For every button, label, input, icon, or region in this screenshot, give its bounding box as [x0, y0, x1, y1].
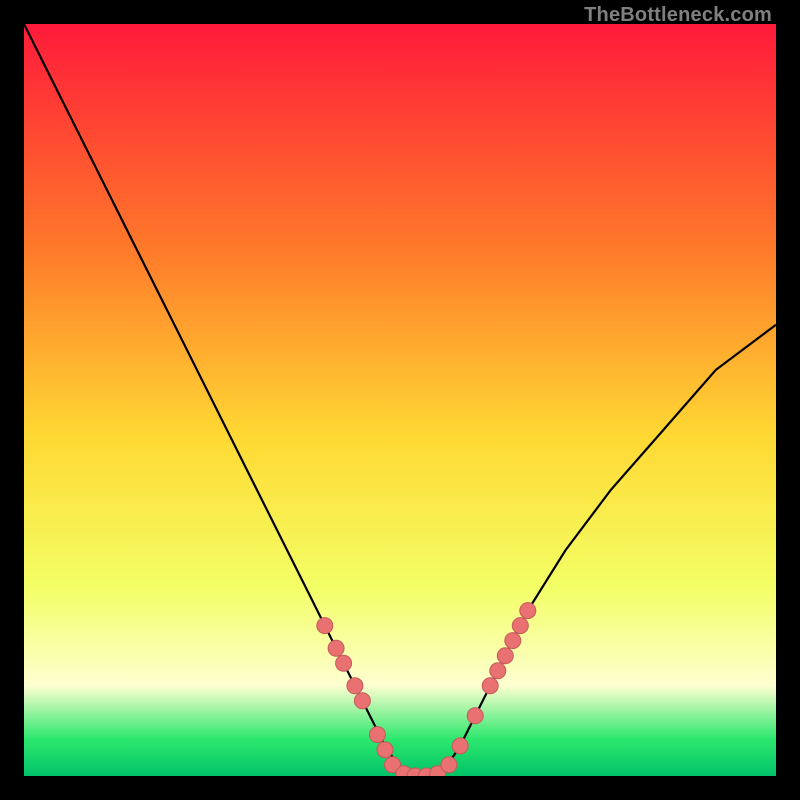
data-marker	[452, 738, 468, 754]
data-marker	[505, 633, 521, 649]
data-marker	[347, 678, 363, 694]
data-marker	[354, 693, 370, 709]
data-marker	[317, 618, 333, 634]
data-marker	[369, 727, 385, 743]
data-marker	[441, 757, 457, 773]
gradient-background	[24, 24, 776, 776]
data-marker	[497, 648, 513, 664]
chart-frame	[24, 24, 776, 776]
watermark-text: TheBottleneck.com	[584, 4, 772, 27]
data-marker	[482, 678, 498, 694]
data-marker	[490, 663, 506, 679]
data-marker	[328, 640, 344, 656]
data-marker	[467, 708, 483, 724]
data-marker	[336, 655, 352, 671]
data-marker	[520, 603, 536, 619]
data-marker	[377, 742, 393, 758]
data-marker	[512, 618, 528, 634]
bottleneck-chart	[24, 24, 776, 776]
